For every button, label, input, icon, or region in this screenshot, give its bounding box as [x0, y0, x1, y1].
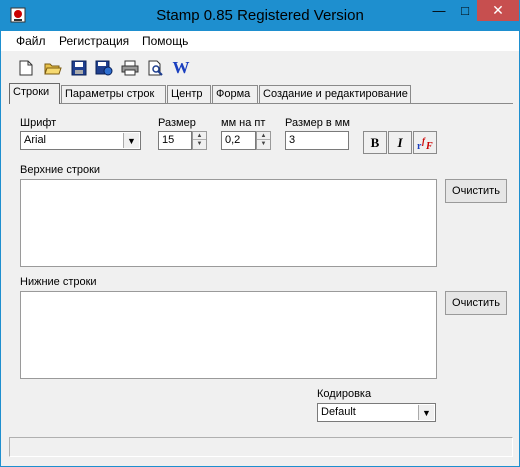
maximize-button[interactable]: □ [452, 0, 478, 21]
tab-create-edit[interactable]: Создание и редактирование [259, 85, 411, 104]
size-mm-input[interactable]: 3 [285, 131, 349, 150]
clear-upper-button[interactable]: Очистить [445, 179, 507, 203]
mm-per-pt-input[interactable]: 0,2 [221, 131, 256, 150]
save-as-icon[interactable] [93, 57, 115, 79]
encoding-label: Кодировка [317, 388, 372, 400]
tab-shape[interactable]: Форма [212, 85, 258, 104]
word-export-icon[interactable]: W [170, 57, 192, 79]
print-preview-icon[interactable] [145, 57, 167, 79]
encoding-value: Default [321, 406, 356, 418]
font-effect-button[interactable]: r f F [413, 131, 437, 154]
size-input[interactable]: 15 [158, 131, 192, 150]
svg-text:F: F [425, 141, 433, 151]
arrow-up-icon[interactable]: ▲ [193, 132, 206, 140]
lower-lines-label: Нижние строки [20, 276, 97, 288]
status-bar [9, 437, 513, 457]
clear-lower-button[interactable]: Очистить [445, 291, 507, 315]
new-file-icon[interactable] [15, 57, 37, 79]
font-label: Шрифт [20, 117, 57, 129]
tab-lines[interactable]: Строки [9, 83, 60, 104]
arrow-up-icon[interactable]: ▲ [257, 132, 270, 140]
print-icon[interactable] [119, 57, 141, 79]
italic-button[interactable]: I [388, 131, 412, 154]
upper-lines-textarea[interactable] [20, 179, 437, 267]
lines-panel [9, 103, 513, 433]
title-bar[interactable]: Stamp 0.85 Registered Version — □ ✕ [1, 0, 519, 31]
arrow-down-icon[interactable]: ▼ [257, 140, 270, 148]
tab-line-params[interactable]: Параметры строк [61, 85, 166, 104]
menu-help[interactable]: Помощь [142, 34, 188, 48]
bold-button[interactable]: B [363, 131, 387, 154]
font-select[interactable]: Arial ▼ [20, 131, 141, 150]
menu-bar: Файл Регистрация Помощь [1, 31, 519, 51]
minimize-button[interactable]: — [426, 0, 452, 21]
arrow-down-icon[interactable]: ▼ [193, 140, 206, 148]
chevron-down-icon[interactable]: ▼ [123, 133, 139, 148]
toolbar: W [1, 52, 519, 82]
close-button[interactable]: ✕ [477, 0, 519, 21]
size-label: Размер [158, 117, 196, 129]
open-folder-icon[interactable] [42, 57, 64, 79]
mm-per-pt-stepper[interactable]: ▲ ▼ [256, 131, 271, 150]
encoding-select[interactable]: Default ▼ [317, 403, 436, 422]
menu-file[interactable]: Файл [16, 34, 46, 48]
tab-center[interactable]: Центр [167, 85, 211, 104]
size-stepper[interactable]: ▲ ▼ [192, 131, 207, 150]
save-icon[interactable] [68, 57, 90, 79]
lower-lines-textarea[interactable] [20, 291, 437, 379]
mm-per-pt-label: мм на пт [221, 117, 266, 129]
upper-lines-label: Верхние строки [20, 164, 101, 176]
font-effect-icon: r f F [417, 136, 433, 151]
chevron-down-icon[interactable]: ▼ [418, 405, 434, 420]
font-value: Arial [24, 134, 47, 146]
app-window: Stamp 0.85 Registered Version — □ ✕ Файл… [0, 0, 520, 467]
menu-registration[interactable]: Регистрация [59, 34, 129, 48]
size-mm-label: Размер в мм [285, 117, 350, 129]
